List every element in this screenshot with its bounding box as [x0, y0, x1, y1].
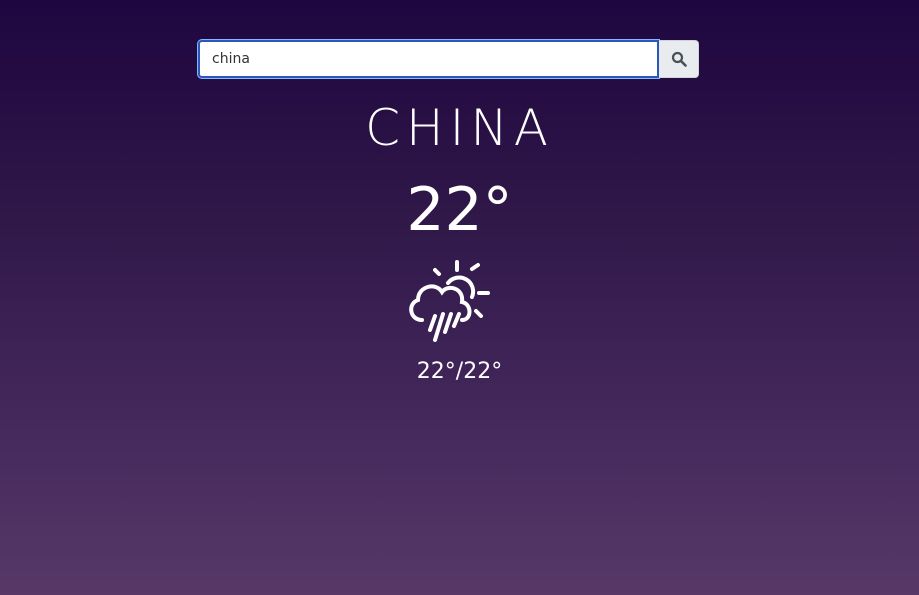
search-input[interactable]: [198, 40, 659, 78]
city-name: CHINA: [365, 99, 554, 157]
min-max-temperature: 22°/22°: [416, 359, 503, 384]
search-bar: [198, 40, 699, 78]
search-button[interactable]: [659, 40, 699, 78]
sun-cloud-rain-icon: [409, 260, 490, 342]
current-temperature: 22°: [406, 175, 513, 245]
search-icon: [671, 51, 687, 67]
